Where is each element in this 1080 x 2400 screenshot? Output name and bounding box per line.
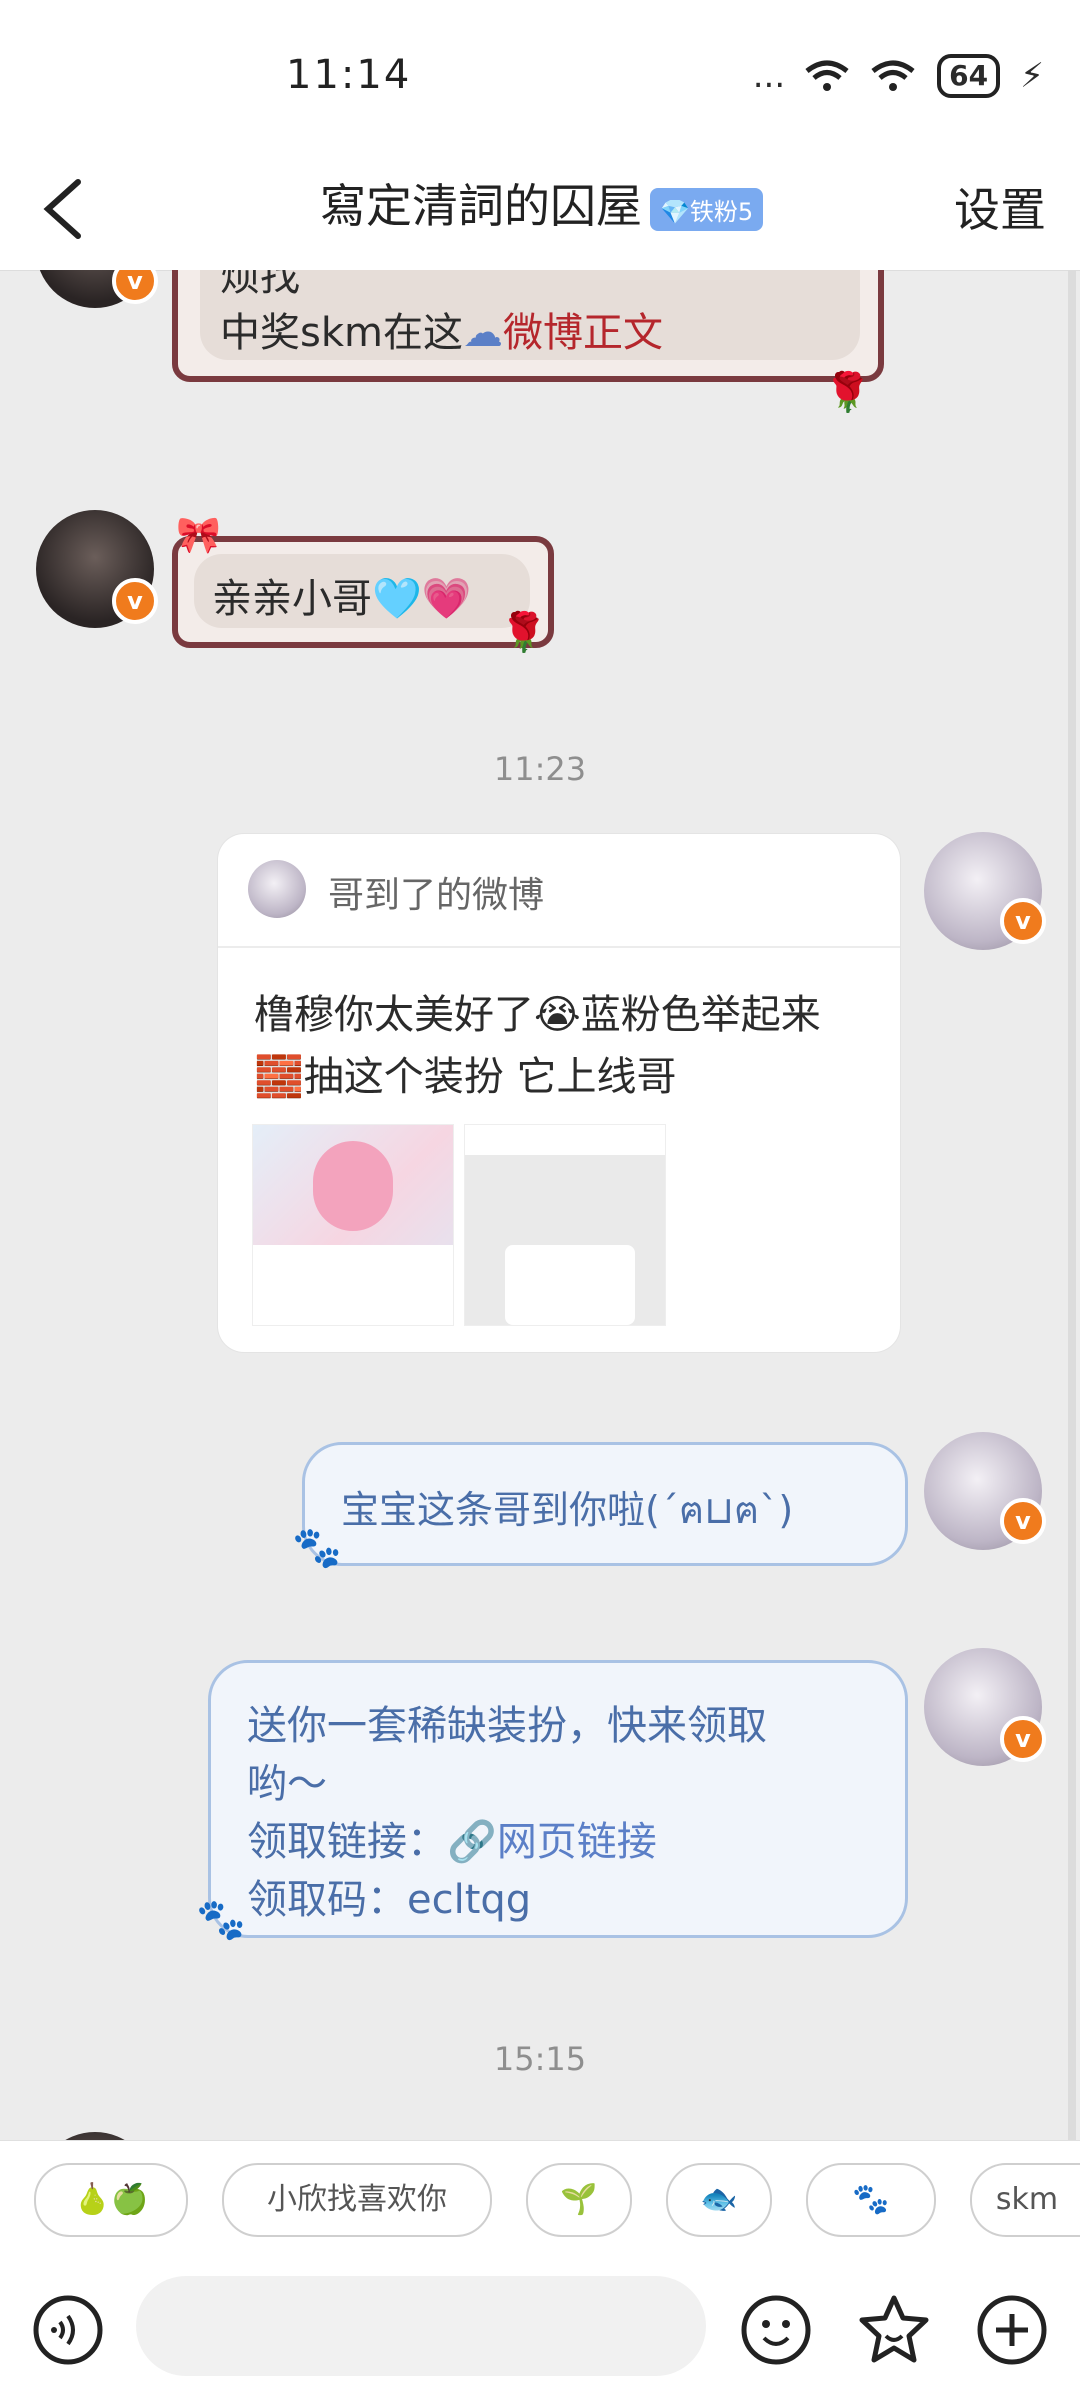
post-text-line2: 🧱抽这个装扮 它上线哥	[254, 1054, 677, 1100]
message-text: 宝宝这条哥到你啦(´ฅ⊔ฅ`)	[341, 1488, 794, 1532]
rose-decoration-icon: 🌹	[824, 370, 872, 414]
message-line-1: 送你一套稀缺装扮，快来领取	[247, 1703, 767, 1749]
paw-decoration-icon: 🐾	[292, 1525, 342, 1571]
card-divider	[218, 946, 900, 948]
post-header: 哥到了的微博	[328, 875, 545, 916]
status-time: 11:14	[286, 52, 412, 98]
quick-reply-chip[interactable]: 🌱	[526, 2163, 632, 2237]
scrollbar[interactable]	[1068, 270, 1076, 2140]
quick-reply-bar: 🍐🍏 小欣找喜欢你 🌱 🐟 🐾 skm	[0, 2140, 1080, 2261]
post-text-line1: 橹穆你太美好了😭蓝粉色举起来	[254, 992, 821, 1038]
signal-dots-icon: ...	[752, 56, 786, 96]
code-label: 领取码：	[247, 1877, 407, 1923]
charging-icon: ⚡	[1020, 56, 1044, 96]
chat-title-text: 寫定清詞的囚屋	[320, 179, 642, 233]
status-icons: ... 64 ⚡	[753, 54, 1044, 98]
message-input[interactable]	[136, 2276, 706, 2376]
voice-icon[interactable]	[30, 2292, 106, 2368]
quick-reply-chip[interactable]: skm	[970, 2163, 1080, 2237]
message-line: 亲亲小哥🩵💗	[212, 566, 472, 624]
status-bar: 11:14 ... 64 ⚡	[0, 0, 1080, 150]
redeem-code[interactable]: ecltqg	[407, 1877, 531, 1923]
message-line-2: 哟～	[247, 1761, 327, 1807]
weibo-cloud-icon: ☁	[462, 310, 503, 356]
verified-badge-icon: v	[112, 578, 158, 624]
chat-messages[interactable]: v 烦找 中奖skm在这☁微博正文 🌹 v 亲亲小哥🩵💗 🎀 🌹 11:23 哥…	[0, 270, 1080, 2140]
input-bar	[0, 2260, 1080, 2400]
message-frame: 烦找 中奖skm在这☁微博正文	[172, 270, 884, 382]
message-text-2: 中奖skm在这	[220, 310, 463, 356]
bow-decoration-icon: 🎀	[176, 515, 221, 556]
timestamp: 15:15	[493, 2040, 587, 2078]
verified-badge-icon: v	[1000, 898, 1046, 944]
wifi-icon-2	[871, 60, 915, 91]
message-bubble: 宝宝这条哥到你啦(´ฅ⊔ฅ`)	[302, 1442, 908, 1566]
quick-reply-chip[interactable]: 🐾	[806, 2163, 936, 2237]
link-icon: 🔗	[447, 1819, 497, 1865]
contact-avatar[interactable]	[36, 2132, 154, 2140]
verified-badge-icon: v	[1000, 1498, 1046, 1544]
battery-indicator: 64	[937, 54, 1001, 98]
post-image-1[interactable]	[252, 1124, 454, 1326]
message-text: 亲亲小哥	[212, 576, 372, 622]
post-image-2[interactable]	[464, 1124, 666, 1326]
add-icon[interactable]	[974, 2292, 1050, 2368]
fan-badge-label: 铁粉5	[689, 198, 754, 226]
quick-reply-chip[interactable]: 🍐🍏	[34, 2163, 188, 2237]
verified-badge-icon: v	[1000, 1716, 1046, 1762]
shared-post-card[interactable]: 哥到了的微博 橹穆你太美好了😭蓝粉色举起来 🧱抽这个装扮 它上线哥	[218, 834, 900, 1352]
timestamp: 11:23	[493, 750, 587, 788]
link-row: 领取链接：🔗网页链接	[247, 1809, 657, 1867]
settings-button[interactable]: 设置	[954, 174, 1046, 240]
wifi-icon	[805, 60, 849, 91]
message-frame: 亲亲小哥🩵💗	[172, 536, 554, 648]
quick-reply-chip[interactable]: 小欣找喜欢你	[222, 2163, 492, 2237]
page-title: 寫定清詞的囚屋 💎铁粉5	[320, 170, 764, 236]
frame-inner: 亲亲小哥🩵💗	[194, 554, 530, 628]
link-label: 领取链接：	[247, 1819, 447, 1865]
image-text-block	[253, 1245, 453, 1325]
message-bubble: 送你一套稀缺装扮，快来领取 哟～ 领取链接：🔗网页链接 领取码：ecltqg	[208, 1660, 908, 1938]
sticker-flower-icon[interactable]	[856, 2292, 932, 2368]
web-link[interactable]: 网页链接	[497, 1819, 657, 1865]
image-figure	[313, 1141, 393, 1231]
heart-emoji: 🩵💗	[372, 576, 472, 622]
emoji-icon[interactable]	[738, 2292, 814, 2368]
image-card	[505, 1245, 635, 1325]
chat-header: 寫定清詞的囚屋 💎铁粉5 设置	[0, 150, 1080, 271]
weibo-post-link[interactable]: 微博正文	[503, 310, 663, 356]
quick-reply-chip[interactable]: 🐟	[666, 2163, 772, 2237]
frame-inner: 烦找 中奖skm在这☁微博正文	[200, 270, 860, 360]
message-line: 中奖skm在这☁微博正文	[220, 300, 663, 358]
post-author-avatar	[248, 860, 306, 918]
message-text: 烦找	[220, 270, 300, 300]
code-row: 领取码：ecltqg	[247, 1867, 531, 1925]
paw-decoration-icon: 🐾	[196, 1897, 246, 1943]
image-header	[465, 1125, 665, 1155]
back-arrow-icon[interactable]	[34, 174, 94, 244]
rose-decoration-icon: 🌹	[500, 610, 548, 654]
fan-badge: 💎铁粉5	[650, 188, 764, 231]
